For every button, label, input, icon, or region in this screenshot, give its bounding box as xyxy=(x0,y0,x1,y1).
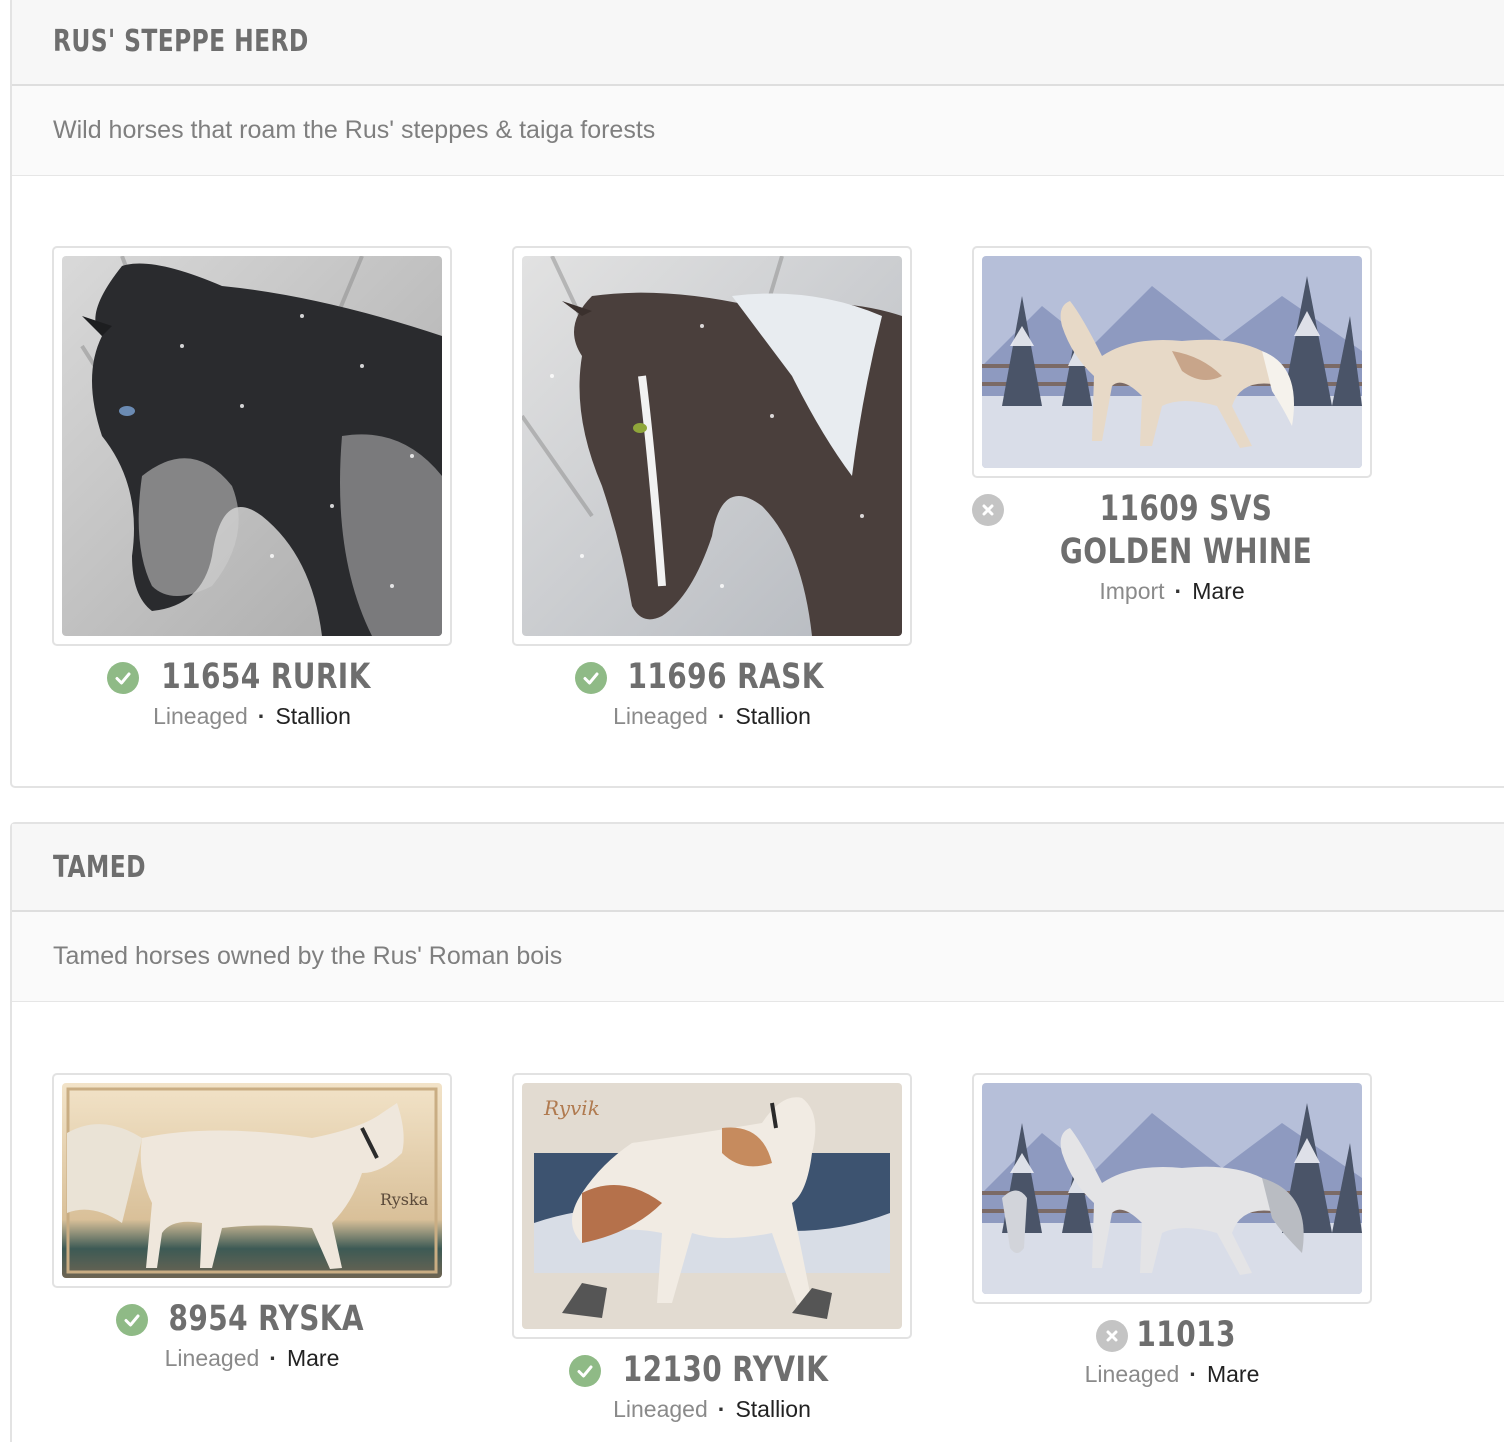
x-circle-icon xyxy=(1095,1320,1128,1352)
horse-name-link[interactable]: 11696 RASK xyxy=(512,656,912,699)
horse-type: Import xyxy=(1099,578,1165,604)
separator-dot: · xyxy=(717,1396,726,1422)
horse-type: Lineaged xyxy=(613,703,708,729)
section-heading: RUS' STEPPE HERD xyxy=(12,0,1504,86)
horse-sex: Stallion xyxy=(735,703,811,729)
horse-image xyxy=(522,256,902,636)
horse-card: 11696 RASK Lineaged · Stallion xyxy=(512,246,912,730)
horse-name: 11696 RASK xyxy=(627,657,825,697)
horse-name: 11013 xyxy=(1136,1315,1236,1355)
horse-image: Ryvik xyxy=(522,1083,902,1329)
horse-image-link[interactable] xyxy=(512,246,912,646)
check-circle-icon xyxy=(575,662,608,694)
horse-name-link[interactable]: 11654 RURIK xyxy=(52,656,452,699)
horse-image-link[interactable]: Ryvik xyxy=(512,1073,912,1339)
ryska-signature: Ryska xyxy=(380,1190,429,1209)
horse-sex: Mare xyxy=(1192,578,1245,604)
horse-card: Ryvik 12130 RYVIK Lineaged · Stallion xyxy=(512,1073,912,1423)
separator-dot: · xyxy=(717,703,726,729)
check-circle-icon xyxy=(107,662,140,694)
section-tamed: TAMED Tamed horses owned by the Rus' Rom… xyxy=(10,822,1504,1442)
section-description: Tamed horses owned by the Rus' Roman boi… xyxy=(12,912,1504,1002)
horse-sex: Stallion xyxy=(735,1396,811,1422)
horse-meta: Lineaged · Stallion xyxy=(512,703,912,730)
horse-type: Lineaged xyxy=(613,1396,708,1422)
horse-image-link[interactable] xyxy=(52,246,452,646)
horse-name: 12130 RYVIK xyxy=(623,1350,829,1390)
section-description: Wild horses that roam the Rus' steppes &… xyxy=(12,86,1504,176)
horse-image-link[interactable] xyxy=(972,1073,1372,1304)
separator-dot: · xyxy=(257,703,266,729)
horse-meta: Lineaged · Stallion xyxy=(52,703,452,730)
section-heading: TAMED xyxy=(12,824,1504,912)
horse-name: 11654 RURIK xyxy=(161,657,371,697)
section-title: TAMED xyxy=(53,849,146,885)
horse-name-link[interactable]: 12130 RYVIK xyxy=(512,1349,912,1392)
separator-dot: · xyxy=(269,1345,277,1371)
horse-image xyxy=(982,1083,1362,1294)
horse-image-link[interactable] xyxy=(972,246,1372,478)
ryvik-signature: Ryvik xyxy=(543,1096,600,1120)
section-steppe-herd: RUS' STEPPE HERD Wild horses that roam t… xyxy=(10,0,1504,788)
section-title: RUS' STEPPE HERD xyxy=(53,23,309,59)
horse-name: 11609 SVS GOLDEN WHINE xyxy=(1059,489,1313,572)
horse-card: 11013 Lineaged · Mare xyxy=(972,1073,1372,1388)
horse-sex: Mare xyxy=(1206,1361,1260,1387)
horse-name-link[interactable]: 11013 xyxy=(972,1314,1372,1357)
horse-card: 11609 SVS GOLDEN WHINE Import · Mare xyxy=(972,246,1372,605)
horse-meta: Lineaged · Mare xyxy=(52,1345,452,1372)
x-circle-icon xyxy=(972,494,1004,526)
horse-type: Lineaged xyxy=(164,1345,260,1371)
horse-meta: Lineaged · Mare xyxy=(972,1361,1372,1388)
horse-sex: Stallion xyxy=(275,703,351,729)
horse-meta: Lineaged · Stallion xyxy=(512,1396,912,1423)
horse-type: Lineaged xyxy=(153,703,248,729)
horse-sex: Mare xyxy=(286,1345,340,1371)
separator-dot: · xyxy=(1189,1361,1197,1387)
horse-card: Ryska 8954 RYSKA Lineaged · Mare xyxy=(52,1073,452,1372)
horse-name-link[interactable]: 8954 RYSKA xyxy=(52,1298,452,1341)
horse-type: Lineaged xyxy=(1084,1361,1180,1387)
check-circle-icon xyxy=(569,1355,602,1387)
horse-image xyxy=(982,256,1362,468)
horse-image: Ryska xyxy=(62,1083,442,1278)
horse-card: 11654 RURIK Lineaged · Stallion xyxy=(52,246,452,730)
separator-dot: · xyxy=(1174,578,1183,604)
horse-image xyxy=(62,256,442,636)
horse-image-link[interactable]: Ryska xyxy=(52,1073,452,1288)
horse-meta: Import · Mare xyxy=(972,578,1372,605)
check-circle-icon xyxy=(115,1304,148,1336)
horse-name: 8954 RYSKA xyxy=(168,1299,364,1339)
horse-name-link[interactable]: 11609 SVS GOLDEN WHINE xyxy=(972,488,1372,574)
